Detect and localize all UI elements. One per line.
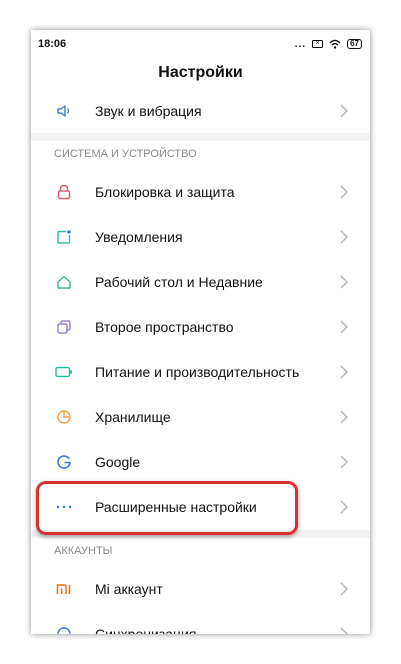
settings-item-label: Google bbox=[95, 454, 141, 470]
second-space-icon bbox=[55, 318, 73, 336]
settings-item-notifications[interactable]: Уведомления bbox=[31, 215, 370, 259]
chevron-right-icon bbox=[340, 410, 349, 424]
settings-item-label: Питание и производительность bbox=[95, 364, 300, 380]
settings-item-lock[interactable]: Блокировка и защита bbox=[31, 170, 370, 214]
section-header-system: СИСТЕМА И УСТРОЙСТВО bbox=[31, 141, 370, 167]
chevron-right-icon bbox=[340, 230, 349, 244]
settings-item-advanced[interactable]: Расширенные настройки bbox=[31, 485, 370, 529]
settings-item-home-screen[interactable]: Рабочий стол и Недавние bbox=[31, 260, 370, 304]
settings-item-storage[interactable]: Хранилище bbox=[31, 395, 370, 439]
chevron-right-icon bbox=[340, 185, 349, 199]
settings-item-sync[interactable]: Синхронизация bbox=[31, 612, 370, 634]
settings-item-label: Рабочий стол и Недавние bbox=[95, 274, 263, 290]
chevron-right-icon bbox=[340, 275, 349, 289]
chevron-right-icon bbox=[340, 365, 349, 379]
settings-item-label: Второе пространство bbox=[95, 319, 234, 335]
mi-logo-icon bbox=[55, 580, 73, 598]
settings-item-label: Расширенные настройки bbox=[95, 499, 257, 515]
sync-icon bbox=[55, 625, 73, 634]
status-dots: ... bbox=[294, 38, 307, 50]
status-time: 18:06 bbox=[38, 38, 67, 50]
settings-item-label: Mi аккаунт bbox=[95, 581, 163, 597]
settings-item-label: Звук и вибрация bbox=[95, 103, 202, 119]
more-dots-icon bbox=[55, 498, 73, 516]
settings-item-label: Хранилище bbox=[95, 409, 171, 425]
status-icons: ... × 67 bbox=[295, 39, 362, 50]
chevron-right-icon bbox=[340, 582, 349, 596]
google-icon bbox=[55, 453, 73, 471]
settings-item-power[interactable]: Питание и производительность bbox=[31, 350, 370, 394]
settings-item-mi-account[interactable]: Mi аккаунт bbox=[31, 567, 370, 611]
settings-item-second-space[interactable]: Второе пространство bbox=[31, 305, 370, 349]
section-header-accounts: АККАУНТЫ bbox=[31, 538, 370, 564]
speaker-icon bbox=[55, 102, 73, 120]
lock-icon bbox=[55, 183, 73, 201]
chevron-right-icon bbox=[340, 320, 349, 334]
wifi-icon bbox=[329, 39, 341, 49]
phone-screen: 18:06 ... × 67 Настройки Звук и вибрация… bbox=[31, 30, 370, 634]
page-title: Настройки bbox=[158, 64, 243, 81]
status-bar: 18:06 ... × 67 bbox=[31, 30, 370, 58]
battery-indicator: 67 bbox=[347, 39, 362, 49]
storage-pie-icon bbox=[55, 408, 73, 426]
chevron-right-icon bbox=[340, 500, 349, 514]
battery-icon bbox=[55, 363, 73, 381]
chevron-right-icon bbox=[340, 627, 349, 634]
settings-item-sound[interactable]: Звук и вибрация bbox=[31, 89, 370, 133]
chevron-right-icon bbox=[340, 455, 349, 469]
settings-item-google[interactable]: Google bbox=[31, 440, 370, 484]
settings-item-label: Уведомления bbox=[95, 229, 183, 245]
home-icon bbox=[55, 273, 73, 291]
settings-item-label: Синхронизация bbox=[95, 626, 197, 634]
section-divider bbox=[31, 530, 370, 538]
chevron-right-icon bbox=[340, 104, 349, 118]
notification-icon bbox=[55, 228, 73, 246]
settings-item-label: Блокировка и защита bbox=[95, 184, 235, 200]
no-sim-icon: × bbox=[312, 40, 324, 48]
section-divider bbox=[31, 133, 370, 141]
